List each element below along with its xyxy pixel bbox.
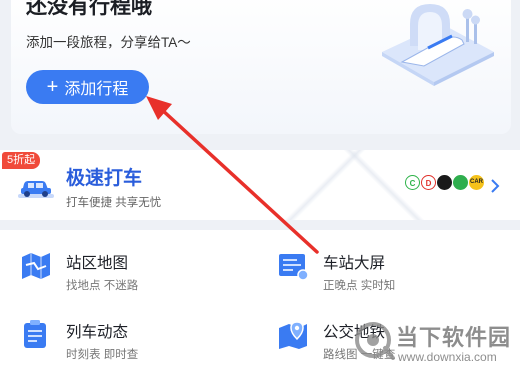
service-subtitle: 正晚点 实时知	[323, 280, 396, 292]
chevron-right-icon[interactable]	[490, 178, 500, 194]
train-status-icon	[24, 320, 46, 348]
service-title: 车站大屏	[323, 255, 386, 272]
empty-trip-title: 还没有行程哦	[26, 0, 152, 18]
service-station-screen[interactable]: 车站大屏 正晚点 实时知	[277, 251, 477, 293]
partner-logo	[437, 175, 452, 190]
taxi-subtitle: 打车便捷 共享无忧	[66, 197, 162, 209]
watermark-logo-icon	[355, 322, 395, 360]
add-trip-button[interactable]: + 添加行程	[26, 70, 149, 104]
plus-icon: +	[46, 76, 59, 98]
service-title: 列车动态	[66, 324, 129, 341]
partner-logo: CAR	[469, 175, 484, 190]
taxi-car-icon	[18, 181, 54, 198]
discount-badge: 5折起	[2, 152, 41, 169]
empty-trip-subtitle: 添加一段旅程，分享给TA～	[26, 35, 191, 50]
service-subtitle: 找地点 不迷路	[66, 280, 139, 292]
partner-logo	[453, 175, 468, 190]
map-icon	[22, 253, 50, 279]
add-trip-label: 添加行程	[64, 81, 129, 98]
service-station-map[interactable]: 站区地图 找地点 不迷路	[20, 251, 220, 293]
watermark-name: 当下软件园	[396, 325, 512, 350]
train-illustration-icon	[382, 4, 494, 86]
bus-metro-icon	[279, 321, 307, 349]
watermark-url: www.downxia.com	[398, 350, 497, 364]
service-subtitle: 时刻表 即时查	[66, 349, 139, 361]
taxi-partner-logos: C D CAR	[405, 175, 484, 190]
taxi-title: 极速打车	[66, 168, 143, 189]
partner-logo: C	[405, 175, 420, 190]
service-title: 站区地图	[66, 255, 129, 272]
service-train-status[interactable]: 列车动态 时刻表 即时查	[20, 320, 220, 362]
station-screen-icon	[279, 254, 309, 281]
partner-logo: D	[421, 175, 436, 190]
